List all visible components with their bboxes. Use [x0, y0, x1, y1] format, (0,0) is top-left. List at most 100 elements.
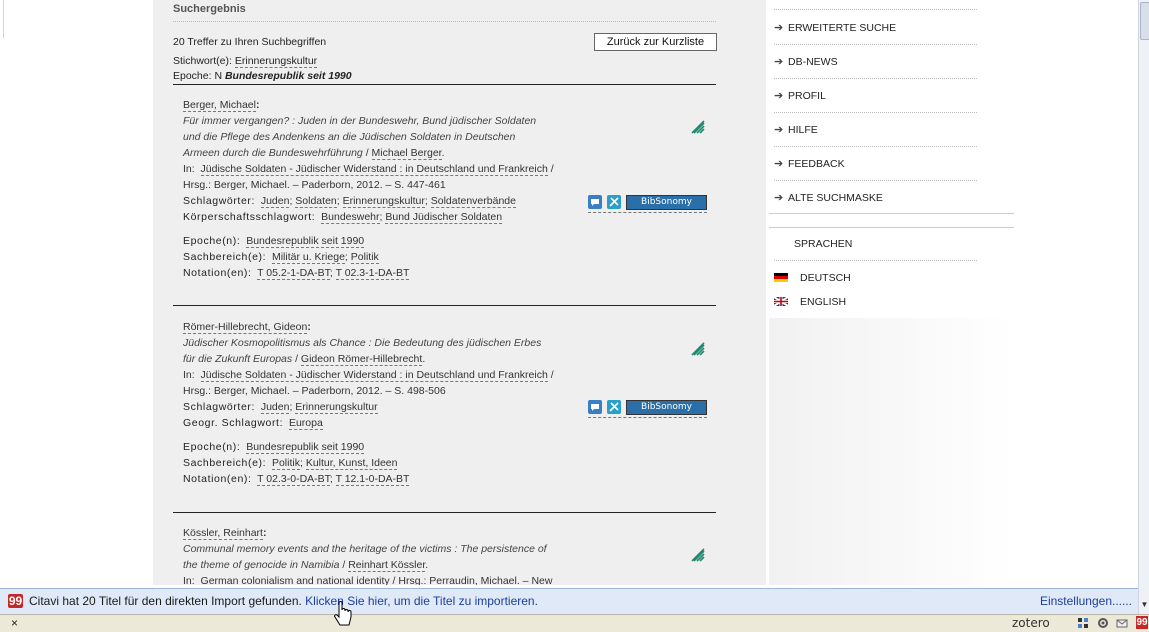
comment-icon[interactable]	[588, 400, 602, 414]
source-details: Hrsg.: Berger, Michael. – Paderborn, 201…	[183, 385, 446, 397]
result-item: Berger, Michael: Für immer vergangen? : …	[183, 97, 583, 281]
divider	[173, 21, 716, 22]
citavi-message: Citavi hat 20 Titel für den direkten Imp…	[29, 594, 302, 608]
responsibility-link[interactable]: Reinhart Kössler	[348, 559, 426, 572]
author-link[interactable]: Berger, Michael	[183, 99, 256, 112]
source-link[interactable]: Jüdische Soldaten - Jüdischer Widerstand…	[200, 369, 548, 382]
fulltext-icon[interactable]	[690, 119, 706, 135]
search-keyword-line: Stichwort(e): Erinnerungskultur	[173, 55, 318, 68]
tools-icon[interactable]	[607, 400, 621, 414]
windows-icon[interactable]	[1077, 617, 1089, 629]
corporate-subject-link[interactable]: Bundeswehr	[321, 211, 380, 224]
left-edge	[0, 0, 4, 38]
notation-link[interactable]: T 02.3-0-DA-BT	[257, 473, 330, 486]
hand-cursor-icon	[334, 601, 352, 626]
subject-link[interactable]: Erinnerungskultur	[342, 195, 425, 208]
zotero-label[interactable]: zotero	[1012, 615, 1050, 631]
nav-feedback[interactable]: ➔ FEEDBACK	[774, 157, 845, 170]
corporate-subject-link[interactable]: Bund Jüdischer Soldaten	[385, 211, 503, 224]
title-line: Armeen durch die Bundeswehrführung	[183, 147, 363, 159]
author-link[interactable]: Römer-Hillebrecht, Gideon	[183, 321, 308, 334]
subject-link[interactable]: Erinnerungskultur	[295, 401, 378, 414]
epochs-label: Epoche(n):	[183, 235, 241, 247]
notation-label: Notation(en):	[183, 473, 252, 485]
settings-icon[interactable]	[1097, 617, 1109, 629]
export-tools: BibSonomy	[588, 195, 707, 213]
nav-advanced-search[interactable]: ➔ ERWEITERTE SUCHE	[774, 21, 896, 34]
in-label: In:	[183, 163, 195, 175]
citavi-notification-bar: 99 Citavi hat 20 Titel für den direkten …	[0, 588, 1138, 615]
subjects-label: Schlagwörter:	[183, 401, 255, 413]
citavi-settings-link[interactable]: Einstellungen......	[1040, 589, 1132, 614]
arrow-right-icon: ➔	[774, 22, 784, 34]
status-bar: × zotero 99	[0, 614, 1149, 632]
notation-link[interactable]: T 05.2-1-DA-BT	[257, 267, 330, 280]
title-line: Für immer vergangen? : Juden in der Bund…	[183, 115, 537, 127]
divider	[173, 305, 716, 306]
nav-help[interactable]: ➔ HILFE	[774, 123, 818, 136]
title-line: Jüdischer Kosmopolitismus als Chance : D…	[183, 337, 542, 349]
author-link[interactable]: Kössler, Reinhart	[183, 527, 263, 540]
bibsonomy-button[interactable]: BibSonomy	[626, 195, 707, 210]
arrow-right-icon: ➔	[774, 124, 784, 136]
title-line: Communal memory events and the heritage …	[183, 543, 547, 555]
source-details: German colonialism and national identity…	[200, 575, 553, 585]
subject-area-link[interactable]: Militär u. Kriege	[271, 251, 345, 264]
language-english[interactable]: ENGLISH	[774, 296, 846, 308]
divider	[173, 512, 716, 513]
language-german[interactable]: DEUTSCH	[774, 272, 851, 284]
arrow-right-icon: ➔	[774, 192, 784, 204]
result-count: 20 Treffer zu Ihren Suchbegriffen	[173, 36, 327, 48]
citavi-logo-icon: 99	[8, 594, 23, 608]
citavi-status-icon[interactable]: 99	[1136, 616, 1148, 629]
export-tools: BibSonomy	[588, 400, 707, 418]
subject-area-link[interactable]: Politik	[271, 457, 300, 470]
vertical-scrollbar[interactable]: ▼	[1138, 0, 1149, 614]
source-link[interactable]: Jüdische Soldaten - Jüdischer Widerstand…	[200, 163, 548, 176]
subject-area-link[interactable]: Politik	[350, 251, 379, 264]
geo-subject-label: Geogr. Schlagwort:	[183, 417, 284, 429]
scroll-down-icon[interactable]: ▼	[1139, 600, 1149, 614]
keyword-label: Stichwort(e):	[173, 55, 232, 67]
german-flag-icon	[774, 273, 788, 282]
in-label: In:	[183, 369, 195, 381]
epoch-link[interactable]: Bundesrepublik seit 1990	[246, 441, 365, 454]
arrow-right-icon: ➔	[774, 158, 784, 170]
arrow-right-icon: ➔	[774, 90, 784, 102]
result-item: Römer-Hillebrecht, Gideon: Jüdischer Kos…	[183, 319, 583, 487]
notation-link[interactable]: T 12.1-0-DA-BT	[335, 473, 410, 486]
nav-old-search[interactable]: ➔ ALTE SUCHMASKE	[774, 191, 883, 204]
comment-icon[interactable]	[588, 195, 602, 209]
subjects-label: Schlagwörter:	[183, 195, 255, 207]
nav-db-news[interactable]: ➔ DB-NEWS	[774, 55, 838, 68]
subject-link[interactable]: Juden	[260, 401, 290, 414]
subject-area-link[interactable]: Kultur, Kunst, Ideen	[305, 457, 398, 470]
corporate-subject-label: Körperschaftsschlagwort:	[183, 211, 316, 223]
subject-link[interactable]: Juden	[260, 195, 290, 208]
notation-label: Notation(en):	[183, 267, 252, 279]
tools-icon[interactable]	[607, 195, 621, 209]
result-heading: Suchergebnis	[173, 3, 246, 15]
back-to-shortlist-button[interactable]: Zurück zur Kurzliste	[594, 33, 717, 51]
geo-subject-link[interactable]: Europa	[288, 417, 323, 430]
title-line: für die Zukunft Europas	[183, 353, 293, 365]
bibsonomy-button[interactable]: BibSonomy	[626, 400, 707, 415]
fulltext-icon[interactable]	[690, 341, 706, 357]
fulltext-icon[interactable]	[690, 547, 706, 563]
nav-profile[interactable]: ➔ PROFIL	[774, 89, 826, 102]
subject-link[interactable]: Soldaten	[295, 195, 337, 208]
epoch-link[interactable]: Bundesrepublik seit 1990	[246, 235, 365, 248]
keyword-value[interactable]: Erinnerungskultur	[234, 55, 318, 68]
subject-link[interactable]: Soldatenverbände	[430, 195, 516, 208]
epochs-label: Epoche(n):	[183, 441, 241, 453]
responsibility-link[interactable]: Gideon Römer-Hillebrecht	[300, 353, 423, 366]
notation-link[interactable]: T 02.3-1-DA-BT	[335, 267, 410, 280]
close-icon[interactable]: ×	[11, 615, 18, 631]
search-epoch-line: Epoche: N Bundesrepublik seit 1990	[173, 70, 352, 82]
scroll-thumb[interactable]	[1140, 2, 1149, 40]
epoch-prefix: N	[214, 70, 223, 82]
title-line: und die Pflege des Andenkens an die Jüdi…	[183, 131, 516, 143]
mail-icon[interactable]	[1116, 617, 1128, 629]
responsibility-link[interactable]: Michael Berger	[371, 147, 442, 160]
in-label: In:	[183, 575, 195, 585]
